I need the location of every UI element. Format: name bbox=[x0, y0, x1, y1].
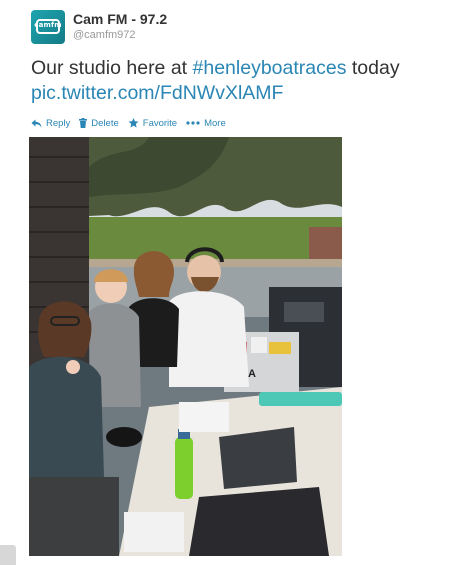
photo-paper-2 bbox=[124, 512, 184, 552]
photo-mixer bbox=[284, 302, 324, 322]
avatar-logo-text: camfm bbox=[34, 21, 62, 29]
photo-green-bottle bbox=[175, 437, 193, 499]
delete-button[interactable]: Delete bbox=[79, 117, 119, 129]
delete-label: Delete bbox=[91, 117, 119, 129]
photo-person4-shirt bbox=[169, 291, 249, 387]
photo-sticker-white bbox=[251, 337, 267, 353]
photo-building bbox=[309, 227, 342, 259]
photo-headphones-table bbox=[106, 427, 142, 447]
favorite-label: Favorite bbox=[142, 117, 178, 129]
photo-paper bbox=[179, 402, 229, 432]
photo-person3-hair bbox=[133, 251, 174, 297]
tweet-text-part2: today bbox=[346, 57, 400, 79]
photo-floor bbox=[29, 477, 119, 556]
tweet-text-part1: Our studio here at bbox=[31, 57, 193, 79]
tweet-text: Our studio here at #henleyboatraces toda… bbox=[31, 56, 461, 106]
trash-icon bbox=[79, 118, 88, 128]
photo-person1-hair bbox=[38, 301, 92, 357]
hashtag-link[interactable]: #henleyboatraces bbox=[193, 57, 347, 79]
tweet-actions: Reply Delete Favorite More bbox=[31, 116, 235, 130]
screen-name[interactable]: @camfm972 bbox=[73, 29, 136, 41]
favorite-button[interactable]: Favorite bbox=[128, 118, 177, 129]
reply-icon bbox=[31, 119, 42, 127]
photo-teal-keyboard bbox=[259, 392, 342, 406]
tweet-photo[interactable]: PLA bbox=[29, 137, 342, 556]
photo-link[interactable]: pic.twitter.com/FdNWvXlAMF bbox=[31, 82, 283, 104]
photo-laptop-base bbox=[189, 487, 329, 556]
more-label: More bbox=[204, 117, 226, 129]
reply-label: Reply bbox=[46, 117, 71, 129]
display-name[interactable]: Cam FM - 97.2 bbox=[73, 11, 167, 27]
star-icon bbox=[128, 118, 139, 128]
photo-laptop-2 bbox=[219, 427, 297, 489]
more-dots-icon bbox=[186, 121, 200, 125]
more-button[interactable]: More bbox=[186, 118, 226, 129]
photo-illustration: PLA bbox=[29, 137, 342, 556]
photo-sticker-yellow bbox=[269, 342, 291, 354]
avatar[interactable]: camfm bbox=[31, 10, 65, 44]
tweet-card: camfm Cam FM - 97.2 @camfm972 Our studio… bbox=[0, 0, 473, 565]
reply-button[interactable]: Reply bbox=[31, 118, 70, 129]
photo-person1-dress bbox=[29, 356, 104, 477]
photo-person1-thumb bbox=[66, 360, 80, 374]
scrollbar-nub[interactable] bbox=[0, 545, 16, 565]
